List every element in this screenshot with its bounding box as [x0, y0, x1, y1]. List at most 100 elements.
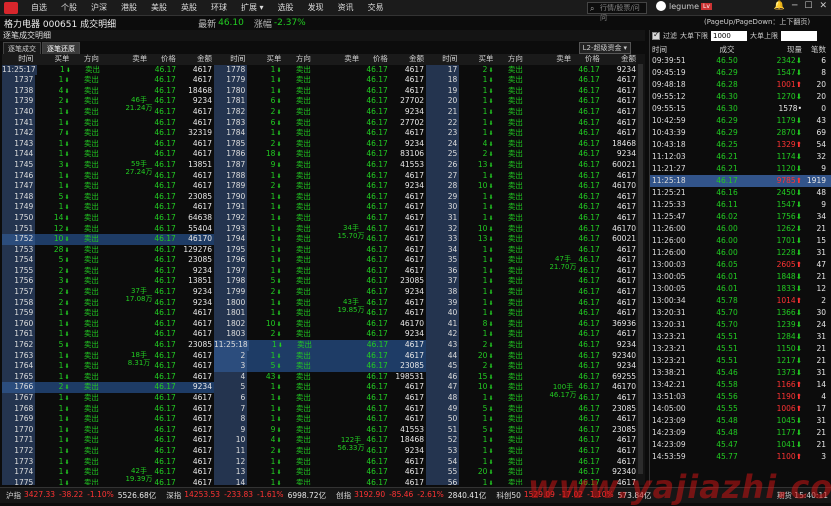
table-row[interactable]: 20 1⬇ 卖出 46.17 4617 [426, 96, 638, 107]
scrollbar-thumb[interactable] [638, 64, 643, 474]
big-order-row[interactable]: 11:26:00 46.00 1701⬇ 15 [650, 235, 831, 247]
table-row[interactable]: 11:25:18 1⬇ 卖出 46.17 4617 [214, 340, 426, 351]
table-row[interactable]: 14 1⬇ 卖出 46.17 4617 [214, 477, 426, 485]
table-row[interactable]: 17 2⬇ 卖出 46.17 9234 [426, 64, 638, 76]
table-row[interactable]: 1751 12⬇ 卖出 46.17 55404 [2, 223, 214, 235]
avatar[interactable] [656, 1, 666, 11]
menu-item[interactable]: 环球 [204, 2, 234, 13]
table-row[interactable]: 1790 1⬇ 卖出 46.17 4617 [214, 191, 426, 203]
big-order-row[interactable]: 13:00:34 45.78 1014⬆ 2 [650, 295, 831, 307]
column-header-dir[interactable]: 方向 [283, 54, 323, 65]
table-row[interactable]: 3 5⬇ 卖出 46.17 23085 [214, 361, 426, 372]
table-row[interactable]: 1754 5⬇ 卖出 46.17 23085 [2, 255, 214, 266]
big-order-row[interactable]: 13:23:21 45.51 1150⬇ 21 [650, 343, 831, 355]
big-order-row[interactable]: 14:05:00 45.55 1006⬆ 17 [650, 403, 831, 415]
table-row[interactable]: 4 43⬇ 卖出 46.17 198531 [214, 371, 426, 383]
table-row[interactable]: 39 1⬇ 卖出 46.17 4617 [426, 297, 638, 309]
table-row[interactable]: 8 1⬇ 卖出 46.17 4617 [214, 414, 426, 425]
column-header-amount[interactable]: 金额 [602, 54, 638, 65]
minimize-icon[interactable]: ─ [792, 1, 797, 11]
table-row[interactable]: 1744 1⬇ 卖出 46.17 4617 [2, 149, 214, 160]
big-order-row[interactable]: 09:55:15 46.30 1578• 0 [650, 103, 831, 115]
lower-limit-input[interactable]: 1000 [711, 31, 747, 41]
table-row[interactable]: 5 1⬇ 卖出 46.17 4617 [214, 382, 426, 393]
table-row[interactable]: 12 1⬇ 卖出 46.17 4617 [214, 456, 426, 468]
table-row[interactable]: 1747 1⬇ 卖出 46.17 4617 [2, 181, 214, 192]
table-row[interactable]: 1800 1⬇ 卖出 46.17 4617 [214, 297, 426, 309]
table-row[interactable]: 1743 1⬇ 卖出 46.17 4617 [2, 138, 214, 150]
table-row[interactable]: 1769 1⬇ 卖出 46.17 4617 [2, 414, 214, 425]
table-row[interactable]: 1794 1⬇ 卖出 46.17 4617 [214, 234, 426, 245]
table-row[interactable]: 53 1⬇ 卖出 46.17 4617 [426, 445, 638, 457]
table-row[interactable]: 51 5⬇ 卖出 46.17 23085 [426, 424, 638, 436]
table-row[interactable]: 1781 6⬇ 卖出 46.17 27702 [214, 96, 426, 107]
table-row[interactable]: 1753 28⬇ 卖出 46.17 129276 [2, 244, 214, 256]
table-row[interactable]: 18 1⬇ 卖出 46.17 4617 [426, 75, 638, 86]
table-row[interactable]: 1749 1⬇ 卖出 46.17 4617 [2, 202, 214, 213]
table-row[interactable]: 1737 1⬇ 卖出 46.17 4617 [2, 75, 214, 86]
big-order-row[interactable]: 13:00:05 46.01 1848⬇ 21 [650, 271, 831, 283]
user-area[interactable]: legume Lv [656, 1, 712, 11]
big-order-row[interactable]: 09:39:51 46.50 2342⬇ 6 [650, 55, 831, 67]
big-order-row[interactable]: 09:55:12 46.30 1270⬇ 20 [650, 91, 831, 103]
table-row[interactable]: 1760 1⬇ 卖出 46.17 4617 [2, 318, 214, 330]
table-row[interactable]: 36 1⬇ 卖出 46.17 4617 [426, 265, 638, 277]
table-row[interactable]: 25 2⬇ 卖出 46.17 9234 [426, 149, 638, 160]
table-row[interactable]: 32 10⬇ 卖出 46.17 46170 [426, 223, 638, 235]
column-header-buy[interactable]: 买单 [459, 54, 495, 65]
big-order-row[interactable]: 14:23:09 45.48 1177⬇ 21 [650, 427, 831, 439]
table-row[interactable]: 1739 2⬇ 卖出 46.17 9234 [2, 96, 214, 107]
table-row[interactable]: 1738 4⬇ 卖出 46.17 18468 [2, 85, 214, 97]
column-header-amount[interactable]: 金额 [178, 54, 214, 65]
table-row[interactable]: 54 1⬇ 卖出 46.17 4617 [426, 456, 638, 468]
table-row[interactable]: 11:25:17 1⬇ 卖出 46.17 4617 [2, 64, 214, 76]
table-row[interactable]: 40 1⬇ 卖出 46.17 4617 [426, 308, 638, 319]
table-row[interactable]: 50 1⬇ 卖出 46.17 4617 [426, 414, 638, 425]
table-row[interactable]: 6 1⬇ 卖出 46.17 4617 [214, 393, 426, 404]
table-row[interactable]: 1740 1⬇ 卖出 46.17 4617 [2, 106, 214, 118]
table-row[interactable]: 1774 1⬇ 卖出 46.17 4617 [2, 467, 214, 478]
menu-item[interactable]: 自选 [24, 2, 54, 13]
table-row[interactable]: 1789 2⬇ 卖出 46.17 9234 [214, 181, 426, 192]
column-header-price[interactable]: 价格 [361, 54, 390, 65]
table-row[interactable]: 2 1⬇ 卖出 46.17 4617 [214, 350, 426, 362]
table-row[interactable]: 1783 6⬇ 卖出 46.17 27702 [214, 117, 426, 129]
column-header-buy[interactable]: 买单 [35, 54, 71, 65]
table-row[interactable]: 1770 1⬇ 卖出 46.17 4617 [2, 424, 214, 436]
column-header-price[interactable]: 价格 [573, 54, 602, 65]
upper-limit-input[interactable] [781, 31, 817, 41]
table-row[interactable]: 7 1⬇ 卖出 46.17 4617 [214, 403, 426, 415]
table-row[interactable]: 1742 7⬇ 卖出 46.17 32319 [2, 128, 214, 139]
table-row[interactable]: 11 2⬇ 卖出 46.17 9234 [214, 445, 426, 457]
table-row[interactable]: 1775 1⬇ 卖出 46.17 4617 [2, 477, 214, 485]
big-order-row[interactable]: 13:51:03 45.56 1190⬆ 4 [650, 391, 831, 403]
big-order-row[interactable]: 10:42:59 46.29 1179⬇ 43 [650, 115, 831, 127]
big-order-row[interactable]: 11:25:47 46.02 1756⬇ 34 [650, 211, 831, 223]
column-header-time[interactable]: 时间 [214, 54, 248, 65]
table-row[interactable]: 1771 1⬇ 卖出 46.17 4617 [2, 435, 214, 446]
table-row[interactable]: 30 1⬇ 卖出 46.17 4617 [426, 202, 638, 213]
menu-item[interactable]: 英股 [174, 2, 204, 13]
big-order-row[interactable]: 11:25:18 46.17 9785⬆ 1919 [650, 175, 831, 187]
maximize-icon[interactable]: ☐ [804, 1, 812, 11]
scrollbar[interactable] [636, 54, 645, 485]
table-row[interactable]: 31 1⬇ 卖出 46.17 4617 [426, 212, 638, 224]
table-row[interactable]: 46 15⬇ 卖出 46.17 69255 [426, 371, 638, 383]
table-row[interactable]: 1784 1⬇ 卖出 46.17 4617 [214, 128, 426, 139]
table-row[interactable]: 1780 1⬇ 卖出 46.17 4617 [214, 85, 426, 97]
column-header-sell[interactable]: 卖单 [323, 54, 361, 65]
close-icon[interactable]: ✕ [819, 1, 827, 11]
table-row[interactable]: 48 1⬇ 卖出 46.17 4617 [426, 393, 638, 404]
table-row[interactable]: 1745 3⬇ 卖出 46.17 13851 [2, 159, 214, 171]
menu-item[interactable]: 沪深 [84, 2, 114, 13]
table-row[interactable]: 35 1⬇ 卖出 46.17 4617 [426, 255, 638, 266]
table-row[interactable]: 1748 5⬇ 卖出 46.17 23085 [2, 191, 214, 203]
table-row[interactable]: 1801 1⬇ 卖出 46.17 4617 [214, 308, 426, 319]
big-order-row[interactable]: 11:26:00 46.00 1262⬇ 21 [650, 223, 831, 235]
big-order-row[interactable]: 11:26:00 46.00 1228⬇ 31 [650, 247, 831, 259]
table-row[interactable]: 1766 2⬇ 卖出 46.17 9234 [2, 382, 214, 393]
big-order-row[interactable]: 14:23:09 45.48 1045⬇ 31 [650, 415, 831, 427]
big-order-row[interactable]: 11:25:33 46.11 1547⬇ 9 [650, 199, 831, 211]
table-row[interactable]: 1763 1⬇ 卖出 46.17 4617 [2, 350, 214, 362]
table-row[interactable]: 43 2⬇ 卖出 46.17 9234 [426, 340, 638, 351]
